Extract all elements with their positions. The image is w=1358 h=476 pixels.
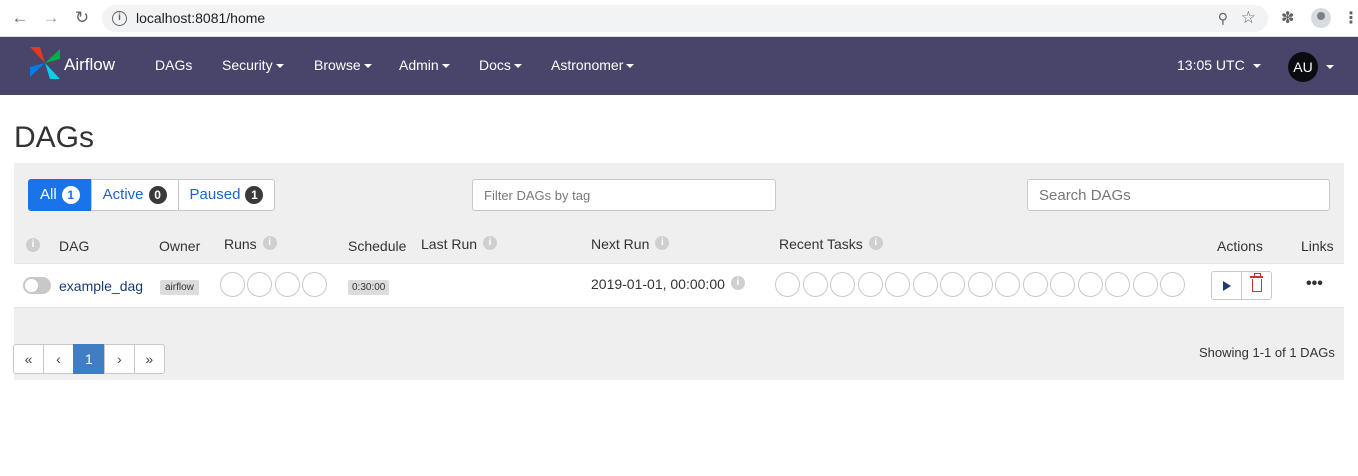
run-state-circle[interactable]	[275, 272, 300, 297]
timezone-clock[interactable]: 13:05 UTC	[1177, 57, 1261, 73]
tag-filter-input[interactable]	[472, 179, 776, 211]
info-icon: i	[262, 236, 277, 251]
delete-dag-button[interactable]	[1241, 271, 1272, 300]
airflow-brand[interactable]: Airflow	[28, 45, 138, 85]
nav-browse[interactable]: Browse	[314, 57, 372, 73]
browser-menu-icon[interactable]: ⋮	[1343, 8, 1358, 28]
header-schedule: Schedule	[348, 238, 407, 254]
task-state-circle[interactable]	[1105, 272, 1130, 297]
task-state-circle[interactable]	[857, 272, 883, 297]
nav-security[interactable]: Security	[222, 57, 284, 73]
header-runs: Runs i	[224, 236, 277, 252]
run-state-circle[interactable]	[220, 272, 245, 297]
task-state-circle[interactable]	[830, 272, 855, 297]
count-badge: 0	[148, 186, 167, 204]
header-recent-tasks: Recent Tasks i	[779, 236, 883, 252]
run-state-circle[interactable]	[247, 272, 272, 297]
profile-avatar-icon[interactable]	[1311, 8, 1331, 28]
task-state-circle[interactable]	[967, 272, 993, 297]
chevron-down-icon	[363, 64, 372, 69]
site-info-icon[interactable]: i	[112, 11, 127, 26]
pagination: « ‹ 1 › »	[13, 344, 165, 374]
play-icon	[1223, 281, 1231, 291]
nav-astronomer[interactable]: Astronomer	[551, 57, 635, 73]
page-title: DAGs	[14, 121, 95, 154]
page-last-button[interactable]: »	[133, 344, 165, 374]
brand-name: Airflow	[64, 55, 116, 74]
count-badge: 1	[245, 186, 264, 204]
info-icon[interactable]: i	[26, 238, 40, 252]
address-bar[interactable]: i localhost:8081/home ⚲ ☆	[102, 5, 1268, 32]
task-state-circle[interactable]	[1050, 272, 1075, 297]
browser-toolbar: ← → ↻ i localhost:8081/home ⚲ ☆ ✽ ⋮	[0, 0, 1358, 37]
owner-tag: airflow	[160, 280, 199, 295]
search-dags-input[interactable]	[1027, 179, 1330, 211]
chevron-down-icon	[275, 64, 284, 69]
header-links: Links	[1301, 238, 1334, 254]
tab-active[interactable]: Active 0	[90, 179, 179, 211]
header-next-run[interactable]: Next Run i	[591, 236, 670, 252]
url-text[interactable]: localhost:8081/home	[136, 10, 265, 26]
schedule-tag: 0:30:00	[348, 280, 390, 295]
links-menu-icon[interactable]: •••	[1306, 275, 1323, 293]
count-badge: 1	[61, 186, 80, 204]
user-avatar[interactable]: AU	[1288, 52, 1318, 82]
tab-paused[interactable]: Paused 1	[177, 179, 276, 211]
page-next-button[interactable]: ›	[103, 344, 135, 374]
chevron-down-icon	[626, 64, 635, 69]
dag-id-link[interactable]: example_dag	[59, 278, 143, 294]
trigger-dag-button[interactable]	[1211, 271, 1242, 300]
task-state-circle[interactable]	[940, 272, 965, 297]
task-state-circle[interactable]	[1160, 272, 1185, 297]
bookmark-star-icon[interactable]: ☆	[1241, 8, 1256, 28]
nav-dags[interactable]: DAGs	[155, 57, 192, 73]
next-run-value: 2019-01-01, 00:00:00 i	[591, 276, 745, 292]
header-owner[interactable]: Owner	[159, 238, 200, 254]
task-state-circle[interactable]	[1022, 272, 1048, 297]
info-icon: i	[730, 276, 745, 291]
nav-docs[interactable]: Docs	[479, 57, 522, 73]
airflow-logo-icon	[30, 47, 60, 79]
nav-admin[interactable]: Admin	[399, 57, 450, 73]
top-navbar: Airflow DAGs Security Browse Admin Docs …	[0, 37, 1358, 95]
page-first-button[interactable]: «	[13, 344, 44, 374]
task-state-circle[interactable]	[775, 272, 800, 297]
chevron-down-icon	[513, 64, 522, 69]
forward-icon[interactable]: →	[41, 8, 61, 28]
info-icon: i	[868, 236, 883, 251]
task-state-circle[interactable]	[1132, 272, 1158, 297]
chevron-down-icon[interactable]	[1326, 65, 1334, 69]
info-icon: i	[655, 236, 670, 251]
back-icon[interactable]: ←	[10, 8, 30, 28]
task-state-circle[interactable]	[802, 272, 828, 297]
status-filter-tabs: All 1 Active 0 Paused 1	[28, 179, 276, 211]
pagination-summary: Showing 1-1 of 1 DAGs	[1199, 345, 1335, 360]
task-state-circle[interactable]	[885, 272, 910, 297]
task-state-circle[interactable]	[912, 272, 938, 297]
trash-icon	[1250, 273, 1263, 292]
task-state-circle[interactable]	[995, 272, 1020, 297]
extensions-puzzle-icon[interactable]: ✽	[1281, 8, 1294, 28]
chevron-down-icon	[441, 64, 450, 69]
run-state-circle[interactable]	[302, 272, 327, 297]
page-prev-button[interactable]: ‹	[43, 344, 74, 374]
header-dag[interactable]: DAG	[59, 238, 89, 254]
info-icon: i	[483, 236, 498, 251]
tab-all[interactable]: All 1	[28, 179, 92, 211]
header-last-run[interactable]: Last Run i	[421, 236, 498, 252]
chevron-down-icon	[1252, 64, 1261, 69]
task-state-circle[interactable]	[1077, 272, 1103, 297]
reload-icon[interactable]: ↻	[72, 8, 92, 28]
pause-toggle[interactable]	[23, 277, 51, 294]
header-actions: Actions	[1217, 238, 1263, 254]
key-icon[interactable]: ⚲	[1218, 10, 1228, 27]
page-current-button[interactable]: 1	[73, 344, 105, 374]
